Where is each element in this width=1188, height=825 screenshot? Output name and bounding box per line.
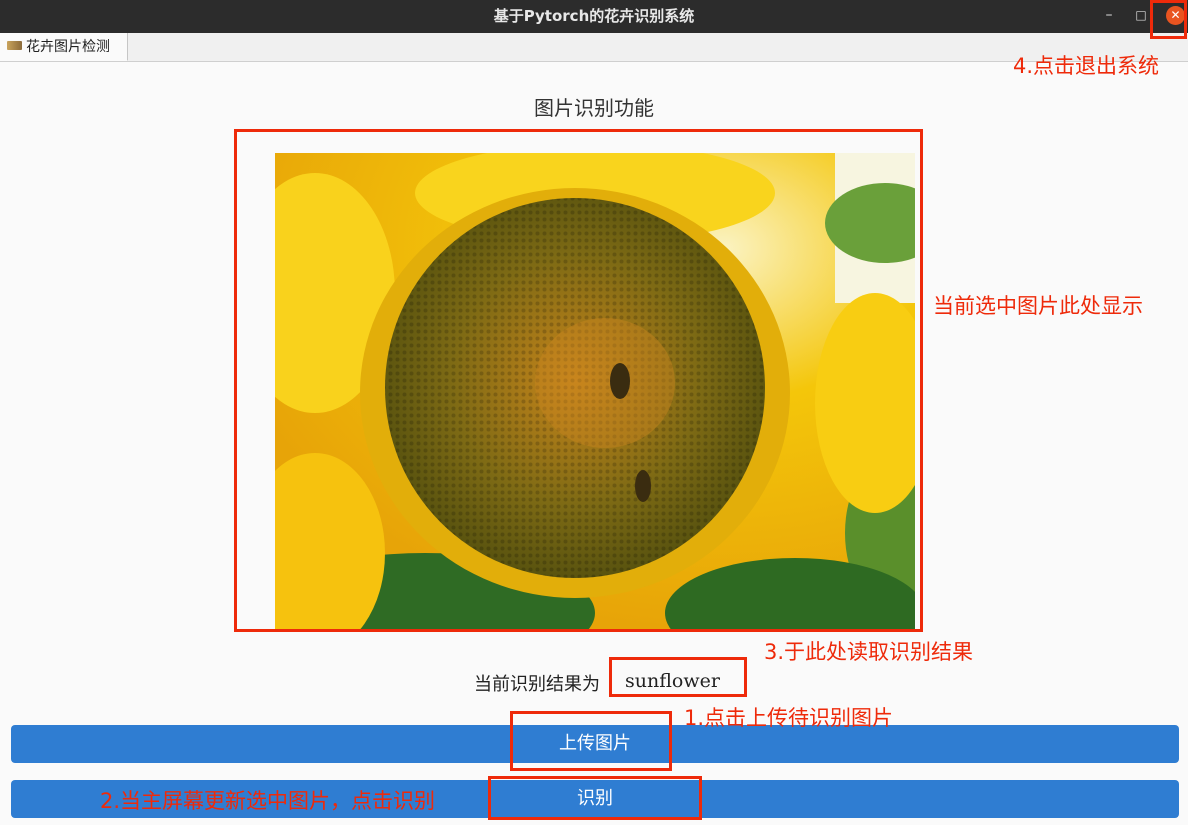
result-label: 当前识别结果为 bbox=[474, 674, 600, 695]
read-result-annotation: 3.于此处读取识别结果 bbox=[764, 640, 974, 664]
upload-annotation: 1.点击上传待识别图片 bbox=[684, 706, 894, 730]
window-title: 基于Pytorch的花卉识别系统 bbox=[493, 7, 695, 25]
exit-annotation: 4.点击退出系统 bbox=[1013, 54, 1160, 78]
recognize-annotation: 2.当主屏幕更新选中图片，点击识别 bbox=[100, 789, 436, 813]
recognize-highlight-box bbox=[488, 776, 702, 820]
upload-highlight-box bbox=[510, 711, 672, 771]
image-icon bbox=[7, 41, 22, 50]
tab-label: 花卉图片检测 bbox=[26, 39, 110, 55]
window-titlebar: 基于Pytorch的花卉识别系统 – □ ✕ bbox=[0, 0, 1188, 33]
result-highlight-box bbox=[609, 657, 747, 697]
display-annotation: 当前选中图片此处显示 bbox=[933, 294, 1143, 318]
close-highlight-box bbox=[1150, 0, 1187, 39]
tab-flower-detection[interactable]: 花卉图片检测 bbox=[0, 33, 128, 61]
tab-bar: 花卉图片检测 bbox=[0, 33, 1188, 62]
page-title: 图片识别功能 bbox=[534, 96, 654, 120]
image-display-box bbox=[234, 129, 923, 632]
minimize-button[interactable]: – bbox=[1096, 0, 1122, 33]
